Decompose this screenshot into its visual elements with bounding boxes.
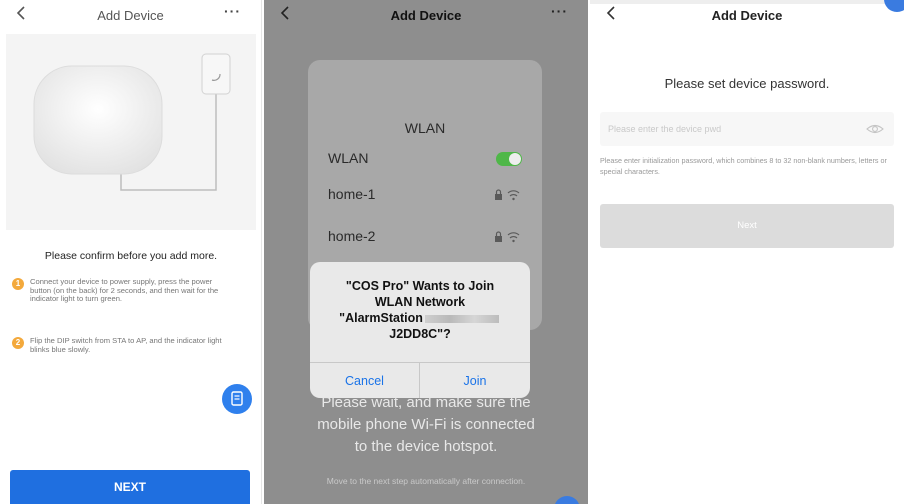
step-number-badge: 2: [12, 337, 24, 349]
more-options-icon[interactable]: ···: [551, 3, 568, 19]
alert-line-1: "COS Pro" Wants to Join: [345, 279, 495, 293]
help-document-icon[interactable]: [222, 384, 252, 414]
password-field: [600, 112, 894, 146]
wlan-title: WLAN: [404, 120, 446, 136]
top-bar: Add Device ···: [0, 0, 261, 34]
add-device-screen-2: Add Device ··· WLAN WLAN home-1 home-2 "…: [264, 0, 588, 504]
redacted-ssid: [424, 314, 499, 323]
step-number-badge: 1: [12, 278, 24, 290]
step-text: Connect your device to power supply, pre…: [30, 277, 219, 304]
confirm-heading: Please confirm before you add more.: [44, 250, 218, 262]
next-button[interactable]: Next: [600, 204, 894, 248]
network-row[interactable]: home-1: [328, 186, 522, 206]
alert-line-3: "AlarmStation: [320, 310, 520, 326]
alert-message: "COS Pro" Wants to Join WLAN Network "Al…: [320, 278, 520, 342]
wait-line-3: to the device hotspot.: [354, 438, 498, 455]
network-name: home-1: [328, 186, 376, 202]
wait-line-2: mobile phone Wi-Fi is connected: [317, 416, 535, 433]
auto-next-note: Move to the next step automatically afte…: [326, 476, 526, 486]
set-password-heading: Please set device password.: [664, 76, 830, 91]
wlan-toggle[interactable]: [496, 152, 522, 166]
page-title: Add Device: [97, 8, 164, 23]
network-ssid-prefix: "AlarmStation: [339, 311, 423, 325]
password-hint: Please enter initialization password, wh…: [600, 156, 887, 176]
add-device-screen-3: Add Device Please set device password. P…: [590, 0, 904, 504]
network-row[interactable]: home-2: [328, 228, 522, 248]
device-illustration: [6, 34, 256, 230]
lock-wifi-icon: [492, 187, 522, 203]
join-network-alert: "COS Pro" Wants to Join WLAN Network "Al…: [310, 262, 530, 398]
top-bar: Add Device ···: [264, 0, 588, 34]
alert-line-4: J2DD8C"?: [389, 327, 451, 341]
password-input[interactable]: [608, 112, 858, 146]
wlan-toggle-row: WLAN: [328, 150, 522, 170]
lock-wifi-icon: [492, 229, 522, 245]
eye-icon[interactable]: [866, 122, 884, 136]
network-name: home-2: [328, 228, 376, 244]
wlan-toggle-label: WLAN: [328, 150, 369, 166]
add-device-screen-1: Add Device ··· Please confirm before you…: [0, 0, 262, 504]
instruction-step-1: 1 Connect your device to power supply, p…: [12, 277, 230, 304]
more-options-icon[interactable]: ···: [224, 3, 241, 19]
next-button[interactable]: NEXT: [10, 470, 250, 504]
wait-line-1: Please wait, and make sure the: [321, 394, 531, 411]
floating-action-button[interactable]: [554, 496, 580, 504]
wait-message: Please wait, and make sure the mobile ph…: [264, 392, 588, 458]
alert-line-2: WLAN Network: [374, 295, 466, 309]
page-title: Add Device: [711, 8, 783, 23]
top-bar: Add Device: [590, 0, 904, 34]
step-text: Flip the DIP switch from STA to AP, and …: [30, 336, 222, 354]
instruction-step-2: 2 Flip the DIP switch from STA to AP, an…: [12, 336, 230, 354]
page-title: Add Device: [390, 8, 462, 23]
